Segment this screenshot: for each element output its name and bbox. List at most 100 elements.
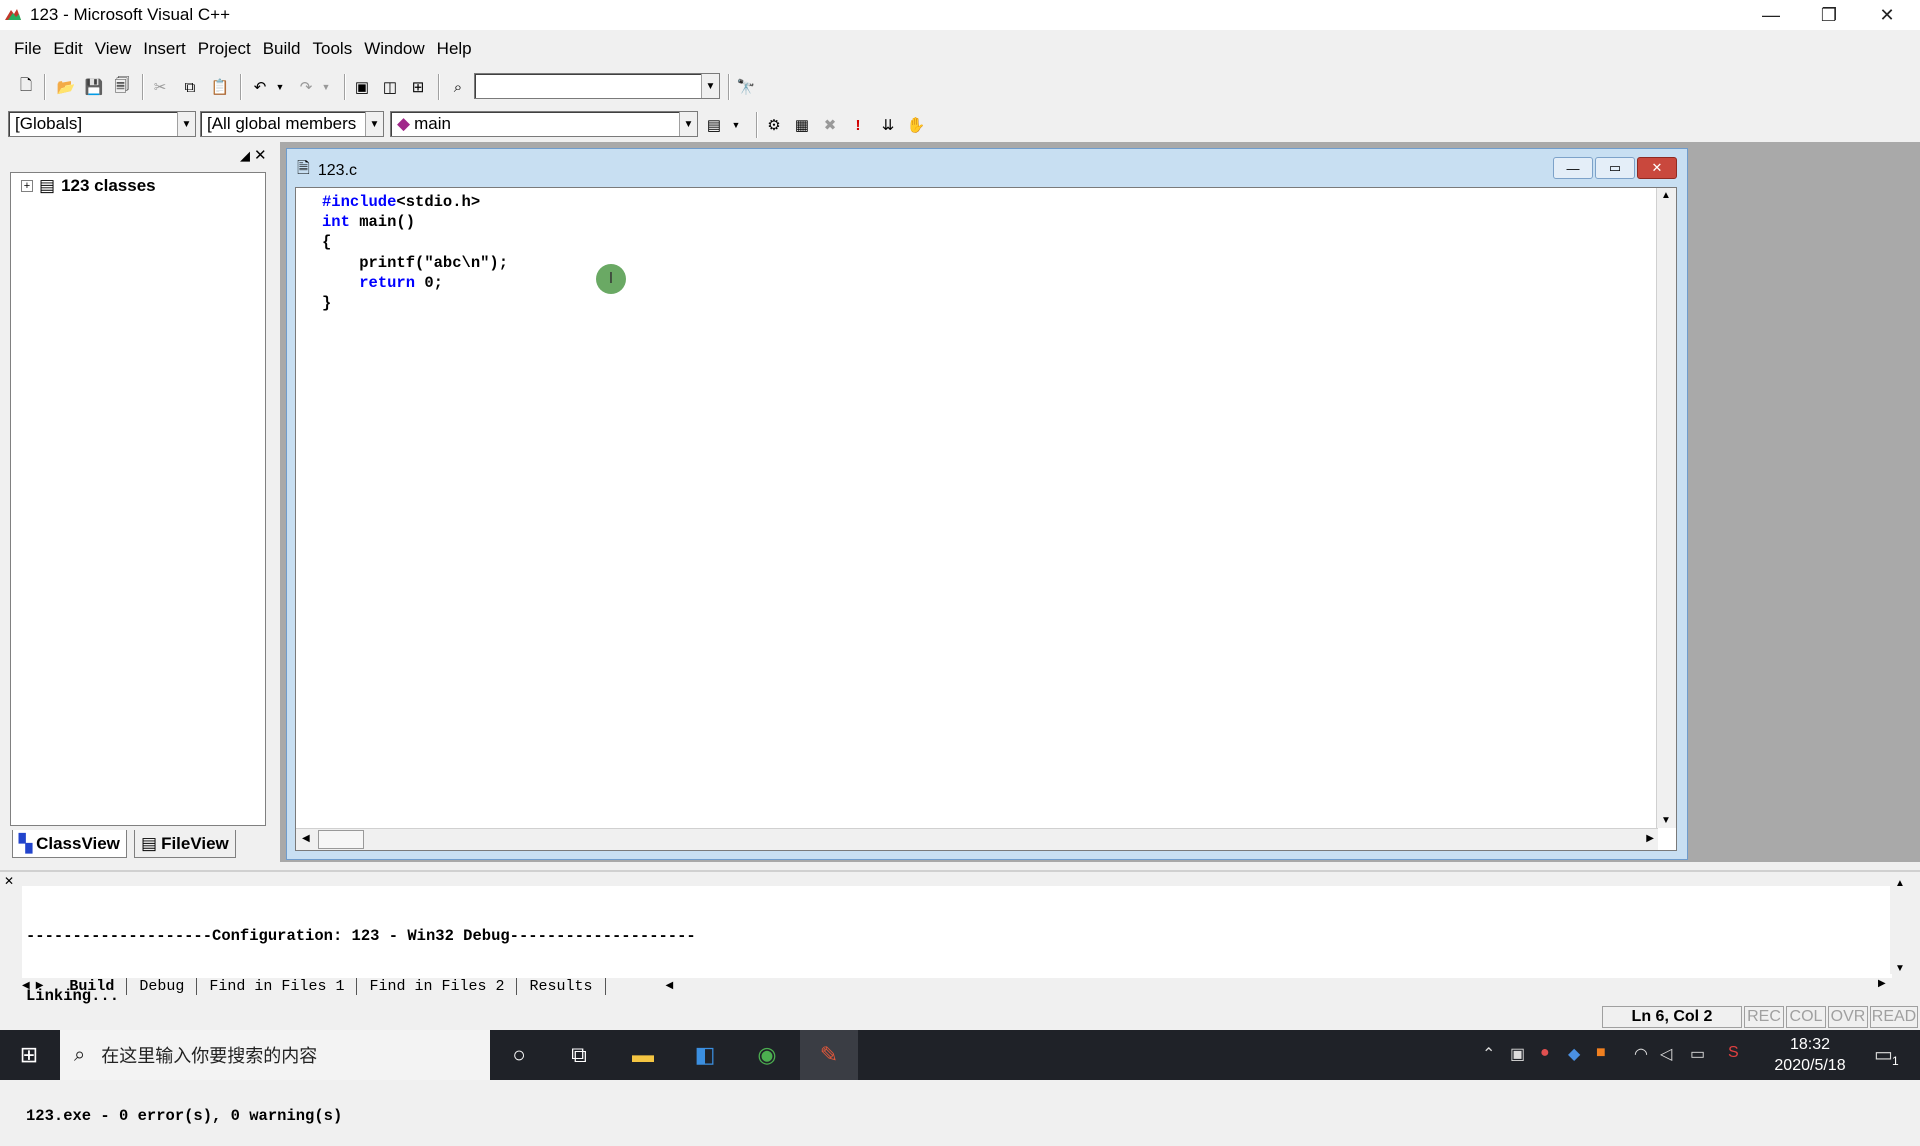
- filter-combo[interactable]: [All global members ▼: [200, 111, 384, 137]
- tab-scroll-icon[interactable]: ◀ ▶: [22, 980, 43, 992]
- wizard-action-icon[interactable]: ▤: [702, 113, 726, 137]
- title-bar[interactable]: 123 - Microsoft Visual C++ — ❐ ✕: [0, 0, 1920, 30]
- tray-app-icon[interactable]: ●: [1540, 1044, 1550, 1062]
- chevron-down-icon[interactable]: ▼: [177, 112, 195, 136]
- minimize-button[interactable]: —: [1742, 0, 1800, 30]
- document-window[interactable]: 🗎 123.c — ▭ ✕ #include<stdio.h> int main(…: [286, 148, 1688, 860]
- vertical-scrollbar[interactable]: ▲ ▼: [1656, 188, 1676, 828]
- tab-find-in-files-1[interactable]: Find in Files 1: [197, 977, 358, 995]
- menu-view[interactable]: View: [95, 39, 132, 59]
- vs-code-icon[interactable]: ◧: [676, 1030, 734, 1080]
- clock[interactable]: 18:32 2020/5/18: [1760, 1034, 1860, 1076]
- menu-insert[interactable]: Insert: [143, 39, 186, 59]
- window-list-icon[interactable]: ⊞: [406, 75, 430, 99]
- execute-icon[interactable]: !: [846, 113, 870, 137]
- tray-chevron-icon[interactable]: ⌃: [1482, 1044, 1495, 1064]
- source-code: #include<stdio.h> int main(){ printf("abc…: [322, 192, 508, 313]
- menu-edit[interactable]: Edit: [53, 39, 82, 59]
- windows-start-icon[interactable]: ⊞: [0, 1030, 58, 1080]
- function-combo[interactable]: ◆ main ▼: [390, 111, 698, 137]
- scroll-right-icon[interactable]: ▶: [1646, 833, 1654, 844]
- wizard-action-dropdown-icon[interactable]: ▼: [724, 113, 748, 137]
- workspace-window-icon[interactable]: ▣: [350, 75, 374, 99]
- wifi-icon[interactable]: ◠: [1634, 1044, 1648, 1064]
- scroll-up-icon[interactable]: ▲: [1661, 190, 1671, 201]
- pane-pin-icon[interactable]: ◢: [240, 148, 250, 164]
- horizontal-scrollbar[interactable]: ◀ ▶: [296, 828, 1658, 850]
- cut-icon[interactable]: ✂: [148, 75, 172, 99]
- tray-shield-icon[interactable]: ◆: [1568, 1044, 1580, 1064]
- scroll-up-icon[interactable]: ▲: [1895, 878, 1905, 889]
- tree-item-123-classes[interactable]: + ▤ 123 classes: [21, 173, 156, 199]
- tab-debug[interactable]: Debug: [127, 977, 198, 995]
- tray-app-icon[interactable]: ▣: [1510, 1044, 1525, 1064]
- new-file-icon[interactable]: 🗋: [14, 75, 38, 99]
- scroll-left-icon[interactable]: ◀: [302, 833, 310, 844]
- status-col: COL: [1786, 1006, 1826, 1028]
- volume-icon[interactable]: ◁: [1660, 1044, 1672, 1064]
- tab-classview[interactable]: ▚ ClassView: [12, 830, 127, 858]
- menu-window[interactable]: Window: [364, 39, 424, 59]
- chevron-down-icon[interactable]: ▼: [679, 112, 697, 136]
- code-line: int main(): [322, 213, 416, 232]
- visual-cpp-taskbar-icon[interactable]: ✎: [800, 1030, 858, 1080]
- class-tree[interactable]: + ▤ 123 classes: [10, 172, 266, 826]
- restore-button[interactable]: ❐: [1800, 0, 1858, 30]
- input-method-icon[interactable]: S: [1728, 1044, 1739, 1062]
- tab-find-in-files-2[interactable]: Find in Files 2: [357, 977, 518, 995]
- save-icon[interactable]: 💾: [82, 75, 106, 99]
- tab-build[interactable]: Build: [57, 977, 128, 995]
- pane-close-icon[interactable]: ✕: [254, 146, 267, 164]
- breakpoint-hand-icon[interactable]: ✋: [904, 113, 928, 137]
- undo-dropdown-icon[interactable]: ▼: [268, 75, 292, 99]
- taskbar-search[interactable]: ⌕ 在这里输入你要搜索的内容: [60, 1030, 490, 1080]
- tab-fileview[interactable]: ▤ FileView: [134, 830, 236, 858]
- paste-icon[interactable]: 📋: [208, 75, 232, 99]
- stop-build-icon[interactable]: ✖: [818, 113, 842, 137]
- close-button[interactable]: ✕: [1858, 0, 1916, 30]
- menu-tools[interactable]: Tools: [313, 39, 353, 59]
- scroll-right-icon[interactable]: ▶: [1878, 978, 1886, 989]
- scroll-left-icon[interactable]: ◀: [666, 980, 674, 992]
- doc-close-button[interactable]: ✕: [1637, 157, 1677, 179]
- scroll-thumb[interactable]: [318, 830, 364, 849]
- expand-plus-icon[interactable]: +: [21, 180, 33, 192]
- doc-maximize-button[interactable]: ▭: [1595, 157, 1635, 179]
- doc-minimize-button[interactable]: —: [1553, 157, 1593, 179]
- task-view-icon[interactable]: ⧉: [550, 1030, 608, 1080]
- menu-file[interactable]: File: [14, 39, 41, 59]
- output-vertical-scrollbar[interactable]: ▲ ▼: [1890, 878, 1910, 974]
- menu-build[interactable]: Build: [263, 39, 301, 59]
- scope-combo[interactable]: [Globals] ▼: [8, 111, 196, 137]
- code-line: return 0;: [359, 273, 443, 292]
- output-text[interactable]: --------------------Configuration: 123 -…: [22, 886, 1892, 1125]
- scroll-down-icon[interactable]: ▼: [1895, 963, 1905, 974]
- save-all-icon[interactable]: 🗐: [110, 75, 134, 99]
- open-folder-icon[interactable]: 📂: [54, 75, 78, 99]
- find-combo[interactable]: ▼: [474, 73, 720, 99]
- build-icon[interactable]: ▦: [790, 113, 814, 137]
- find-in-files-icon[interactable]: ⌕: [446, 75, 470, 99]
- copy-icon[interactable]: ⧉: [178, 75, 202, 99]
- redo-dropdown-icon[interactable]: ▼: [314, 75, 338, 99]
- find-binoculars-icon[interactable]: 🔭: [734, 75, 758, 99]
- tab-results[interactable]: Results: [517, 977, 606, 995]
- cortana-icon[interactable]: ○: [490, 1030, 548, 1080]
- menu-project[interactable]: Project: [198, 39, 251, 59]
- code-editor[interactable]: #include<stdio.h> int main(){ printf("abc…: [295, 187, 1677, 851]
- file-explorer-icon[interactable]: ▬: [614, 1030, 672, 1080]
- browser-icon[interactable]: ◉: [738, 1030, 796, 1080]
- go-icon[interactable]: ⇊: [876, 113, 900, 137]
- window-title: 123 - Microsoft Visual C++: [30, 5, 230, 24]
- output-window-icon[interactable]: ◫: [378, 75, 402, 99]
- search-placeholder: 在这里输入你要搜索的内容: [101, 1046, 318, 1066]
- output-close-icon[interactable]: ✕: [4, 874, 14, 888]
- menu-help[interactable]: Help: [437, 39, 472, 59]
- chevron-down-icon[interactable]: ▼: [365, 112, 383, 136]
- tray-app-icon[interactable]: ■: [1596, 1044, 1606, 1062]
- scroll-down-icon[interactable]: ▼: [1661, 815, 1671, 826]
- compile-icon[interactable]: ⚙: [762, 113, 786, 137]
- notification-icon[interactable]: ▭: [1874, 1042, 1893, 1067]
- battery-icon[interactable]: ▭: [1690, 1044, 1705, 1064]
- chevron-down-icon[interactable]: ▼: [701, 74, 719, 98]
